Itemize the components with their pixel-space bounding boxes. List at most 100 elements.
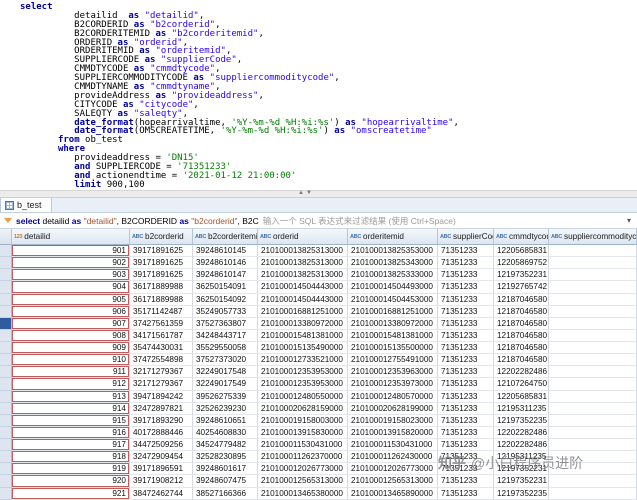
grid-cell[interactable]: 71351233 (438, 269, 494, 282)
grid-cell[interactable]: 910 (12, 354, 130, 367)
grid-cell[interactable]: 210100013825313000 (258, 257, 348, 270)
grid-cell[interactable]: 71351233 (438, 354, 494, 367)
grid-cell[interactable]: 12202282486 (494, 366, 549, 379)
grid-cell[interactable] (549, 475, 637, 488)
grid-cell[interactable]: 210100019158023000 (348, 414, 438, 427)
grid-cell[interactable]: 210100012480570000 (348, 390, 438, 403)
row-header[interactable] (0, 366, 12, 379)
row-header[interactable] (0, 293, 12, 306)
grid-cell[interactable]: 39248610146 (193, 257, 258, 270)
grid-cell[interactable]: 39171891625 (130, 269, 193, 282)
grid-cell[interactable]: 39171896591 (130, 463, 193, 476)
grid-cell[interactable]: 210100013825313000 (258, 269, 348, 282)
grid-cell[interactable] (549, 354, 637, 367)
grid-cell[interactable]: 210100012565313000 (258, 475, 348, 488)
grid-cell[interactable]: 210100011530431000 (348, 439, 438, 452)
grid-cell[interactable]: 37527373020 (193, 354, 258, 367)
grid-cell[interactable] (549, 414, 637, 427)
grid-cell[interactable]: 12187046580 (494, 317, 549, 330)
grid-cell[interactable]: 35171142487 (130, 305, 193, 318)
column-header-b2corderid[interactable]: ABC b2corderid (130, 229, 193, 245)
grid-cell[interactable]: 32528230895 (193, 451, 258, 464)
grid-cell[interactable]: 210100013825343000 (348, 257, 438, 270)
row-header[interactable] (0, 342, 12, 355)
grid-cell[interactable]: 12187046580 (494, 293, 549, 306)
grid-cell[interactable]: 12197352231 (494, 269, 549, 282)
grid-cell[interactable]: 905 (12, 293, 130, 306)
grid-cell[interactable]: 71351233 (438, 390, 494, 403)
row-header[interactable] (0, 257, 12, 270)
grid-cell[interactable]: 210100013915830000 (258, 426, 348, 439)
grid-cell[interactable]: 71351233 (438, 257, 494, 270)
grid-cell[interactable]: 907 (12, 317, 130, 330)
grid-cell[interactable] (549, 245, 637, 258)
grid-cell[interactable]: 210100020628199000 (348, 402, 438, 415)
grid-cell[interactable]: 37427561359 (130, 317, 193, 330)
row-header[interactable] (0, 305, 12, 318)
grid-cell[interactable]: 210100012480550000 (258, 390, 348, 403)
sql-editor[interactable]: select detailid as "detailid", B2CORDERI… (0, 0, 637, 190)
row-header[interactable] (0, 317, 12, 330)
grid-cell[interactable]: 210100012353963000 (348, 366, 438, 379)
grid-cell[interactable]: 36171889988 (130, 293, 193, 306)
row-header[interactable] (0, 354, 12, 367)
grid-cell[interactable] (549, 257, 637, 270)
grid-cell[interactable]: 71351233 (438, 293, 494, 306)
grid-cell[interactable]: 32171279367 (130, 366, 193, 379)
row-header[interactable] (0, 402, 12, 415)
grid-cell[interactable]: 39248610147 (193, 269, 258, 282)
grid-cell[interactable]: 12202282486 (494, 426, 549, 439)
grid-cell[interactable]: 71351233 (438, 378, 494, 391)
grid-cell[interactable]: 38472462744 (130, 487, 193, 500)
filter-input[interactable]: 输入一个 SQL 表达式来过滤结果 (使用 Ctrl+Space) (263, 215, 623, 227)
row-header[interactable] (0, 487, 12, 500)
grid-cell[interactable]: 210100012353973000 (348, 378, 438, 391)
grid-cell[interactable] (549, 402, 637, 415)
grid-cell[interactable]: 210100012353953000 (258, 366, 348, 379)
grid-cell[interactable]: 913 (12, 390, 130, 403)
grid-cell[interactable]: 210100011262370000 (258, 451, 348, 464)
row-header[interactable] (0, 463, 12, 476)
grid-cell[interactable]: 210100013825313000 (258, 245, 348, 258)
grid-cell[interactable]: 71351233 (438, 245, 494, 258)
row-header[interactable] (0, 245, 12, 258)
grid-cell[interactable]: 12197352235 (494, 487, 549, 500)
grid-cell[interactable]: 210100012026773000 (348, 463, 438, 476)
grid-cell[interactable]: 37527363807 (193, 317, 258, 330)
grid-cell[interactable]: 34472509256 (130, 439, 193, 452)
grid-cell[interactable] (549, 269, 637, 282)
grid-cell[interactable]: 12205685831 (494, 390, 549, 403)
grid-cell[interactable]: 71351233 (438, 342, 494, 355)
grid-cell[interactable]: 911 (12, 366, 130, 379)
column-header-b2corderitemid[interactable]: ABC b2corderitemid (193, 229, 258, 245)
row-header[interactable] (0, 390, 12, 403)
grid-cell[interactable]: 40172888446 (130, 426, 193, 439)
row-header[interactable] (0, 281, 12, 294)
grid-cell[interactable]: 210100013380972000 (348, 317, 438, 330)
tab-result-b-test[interactable]: b_test (0, 198, 52, 212)
grid-cell[interactable]: 210100014504443000 (258, 281, 348, 294)
grid-cell[interactable]: 210100015135500000 (348, 342, 438, 355)
grid-corner-cell[interactable] (0, 229, 12, 245)
grid-cell[interactable]: 210100013465380000 (258, 487, 348, 500)
grid-cell[interactable]: 210100015135490000 (258, 342, 348, 355)
grid-cell[interactable]: 12197352235 (494, 414, 549, 427)
grid-cell[interactable]: 32249017548 (193, 366, 258, 379)
grid-cell[interactable]: 210100012755491000 (348, 354, 438, 367)
grid-cell[interactable]: 34171561787 (130, 329, 193, 342)
grid-cell[interactable] (549, 342, 637, 355)
grid-cell[interactable] (549, 293, 637, 306)
grid-cell[interactable]: 39171891625 (130, 245, 193, 258)
grid-cell[interactable]: 902 (12, 257, 130, 270)
row-header[interactable] (0, 475, 12, 488)
grid-cell[interactable]: 71351233 (438, 402, 494, 415)
grid-cell[interactable]: 37472554898 (130, 354, 193, 367)
grid-cell[interactable]: 12192765742 (494, 281, 549, 294)
grid-cell[interactable]: 210100012565313000 (348, 475, 438, 488)
grid-cell[interactable]: 210100013825333000 (348, 269, 438, 282)
grid-cell[interactable]: 210100011262430000 (348, 451, 438, 464)
grid-cell[interactable]: 210100013915820000 (348, 426, 438, 439)
grid-cell[interactable]: 920 (12, 475, 130, 488)
grid-cell[interactable] (549, 281, 637, 294)
grid-cell[interactable] (549, 426, 637, 439)
